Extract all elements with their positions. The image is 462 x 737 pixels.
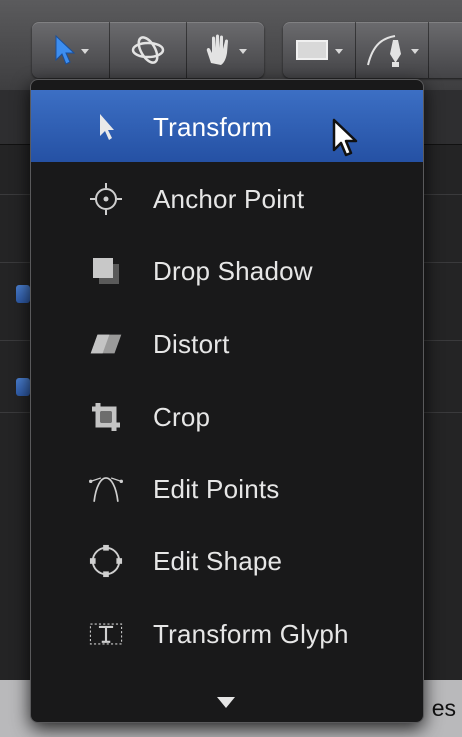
menu-item-anchor-point[interactable]: Anchor Point <box>31 162 423 234</box>
menu-item-crop[interactable]: Crop <box>31 380 423 452</box>
distort-icon <box>89 327 123 361</box>
chevron-down-icon <box>411 48 419 54</box>
menu-item-label: Transform Glyph <box>153 619 349 649</box>
menu-item-label: Distort <box>153 329 230 359</box>
mouse-cursor-icon <box>332 118 358 157</box>
toolbar <box>0 0 462 90</box>
menu-item-label: Crop <box>153 402 211 432</box>
menu-item-label: Edit Points <box>153 474 280 504</box>
select-tool-button[interactable] <box>32 22 111 78</box>
hand-pan-icon <box>207 34 229 65</box>
drop-shadow-icon <box>89 254 123 288</box>
menu-item-label: Anchor Point <box>153 184 305 214</box>
menu-item-label: Transform <box>153 112 273 142</box>
orbit-tool-button[interactable] <box>110 22 187 78</box>
app-window: es Transform Anchor Point Drop Shadow Di… <box>0 0 462 737</box>
layer-checkbox[interactable] <box>16 378 30 396</box>
transform-glyph-icon <box>89 617 123 651</box>
crop-icon <box>89 400 123 434</box>
rectangle-icon <box>296 40 328 60</box>
edit-shape-icon <box>89 544 123 578</box>
bezier-pen-icon <box>367 35 401 67</box>
orbit-3d-icon <box>131 36 165 64</box>
chevron-down-icon <box>335 48 343 54</box>
select-arrow-icon <box>89 110 123 144</box>
anchor-point-icon <box>89 182 123 216</box>
more-tools-button[interactable] <box>429 22 462 78</box>
shape-tools-group <box>283 22 462 78</box>
menu-item-drop-shadow[interactable]: Drop Shadow <box>31 234 423 306</box>
menu-item-edit-points[interactable]: Edit Points <box>31 452 423 524</box>
menu-item-edit-shape[interactable]: Edit Shape <box>31 524 423 596</box>
edit-points-icon <box>89 472 123 506</box>
menu-item-label: Edit Shape <box>153 546 283 576</box>
layer-checkbox[interactable] <box>16 285 30 303</box>
transform-tools-menu: Transform Anchor Point Drop Shadow Disto… <box>30 79 424 723</box>
pan-tool-button[interactable] <box>187 22 264 78</box>
select-tools-group <box>32 22 264 78</box>
rectangle-tool-button[interactable] <box>283 22 356 78</box>
bezier-tool-button[interactable] <box>356 22 429 78</box>
menu-item-distort[interactable]: Distort <box>31 307 423 379</box>
chevron-down-icon <box>80 48 89 54</box>
select-arrow-icon <box>55 34 75 65</box>
menu-item-label: Drop Shadow <box>153 256 313 286</box>
scroll-down-arrow-icon[interactable] <box>217 697 235 708</box>
chevron-down-icon <box>239 48 248 54</box>
menu-item-transform[interactable]: Transform <box>31 90 423 162</box>
bottom-bar-label: es <box>431 695 456 721</box>
menu-item-transform-glyph[interactable]: Transform Glyph <box>31 597 423 669</box>
